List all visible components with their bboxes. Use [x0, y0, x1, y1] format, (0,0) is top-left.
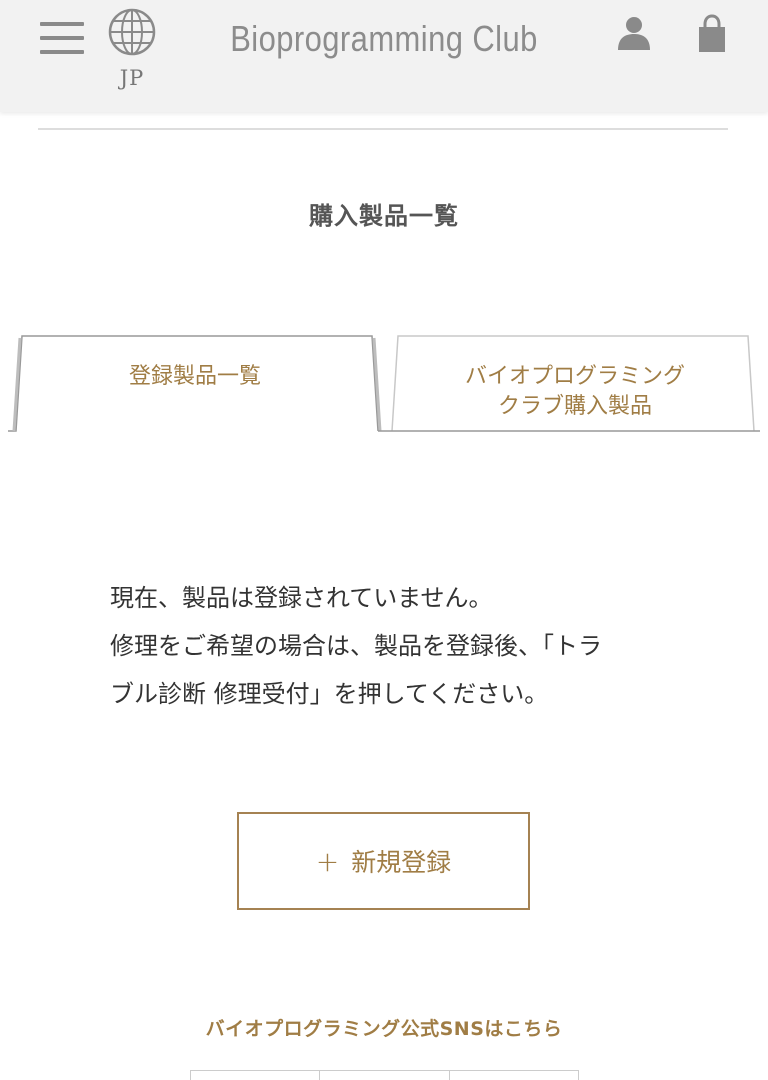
message-line: 修理をご希望の場合は、製品を登録後、「トラ [110, 632, 602, 660]
plus-icon: + [315, 844, 340, 878]
shopping-bag-icon[interactable] [694, 14, 730, 58]
new-register-button[interactable]: + 新規登録 [237, 812, 530, 910]
tab-label-line: 登録製品一覧 [128, 364, 261, 389]
tab-label-line: バイオプログラミング [464, 364, 685, 389]
tab-club-purchased-products[interactable]: バイオプログラミング クラブ購入製品 [410, 362, 740, 422]
page-title: 購入製品一覧 [309, 202, 459, 230]
message-line: ブル診断 修理受付」を押してください。 [110, 680, 549, 708]
user-icon[interactable] [614, 14, 654, 58]
sns-cell[interactable] [448, 1070, 579, 1080]
site-header: JP Bioprogramming Club [0, 0, 768, 112]
header-divider [38, 128, 728, 130]
sns-cell[interactable] [190, 1070, 321, 1080]
menu-bar [40, 36, 84, 40]
menu-bar [40, 22, 84, 26]
brand-title[interactable]: Bioprogramming Club [226, 18, 542, 60]
sns-icon-row [190, 1070, 579, 1080]
language-selector[interactable]: JP [104, 8, 160, 92]
globe-icon [108, 8, 156, 56]
tab-registered-products[interactable]: 登録製品一覧 [40, 362, 350, 392]
new-register-label: 新規登録 [351, 848, 452, 877]
tab-label-line: クラブ購入製品 [497, 394, 652, 419]
sns-link[interactable]: バイオプログラミング公式SNSはこちら [0, 1014, 768, 1041]
language-label: JP [119, 66, 145, 90]
sns-cell[interactable] [319, 1070, 450, 1080]
menu-icon[interactable] [38, 20, 86, 56]
menu-bar [40, 50, 84, 54]
message-line: 現在、製品は登録されていません。 [110, 584, 493, 612]
empty-message: 現在、製品は登録されていません。 修理をご希望の場合は、製品を登録後、「トラ ブ… [110, 574, 670, 718]
